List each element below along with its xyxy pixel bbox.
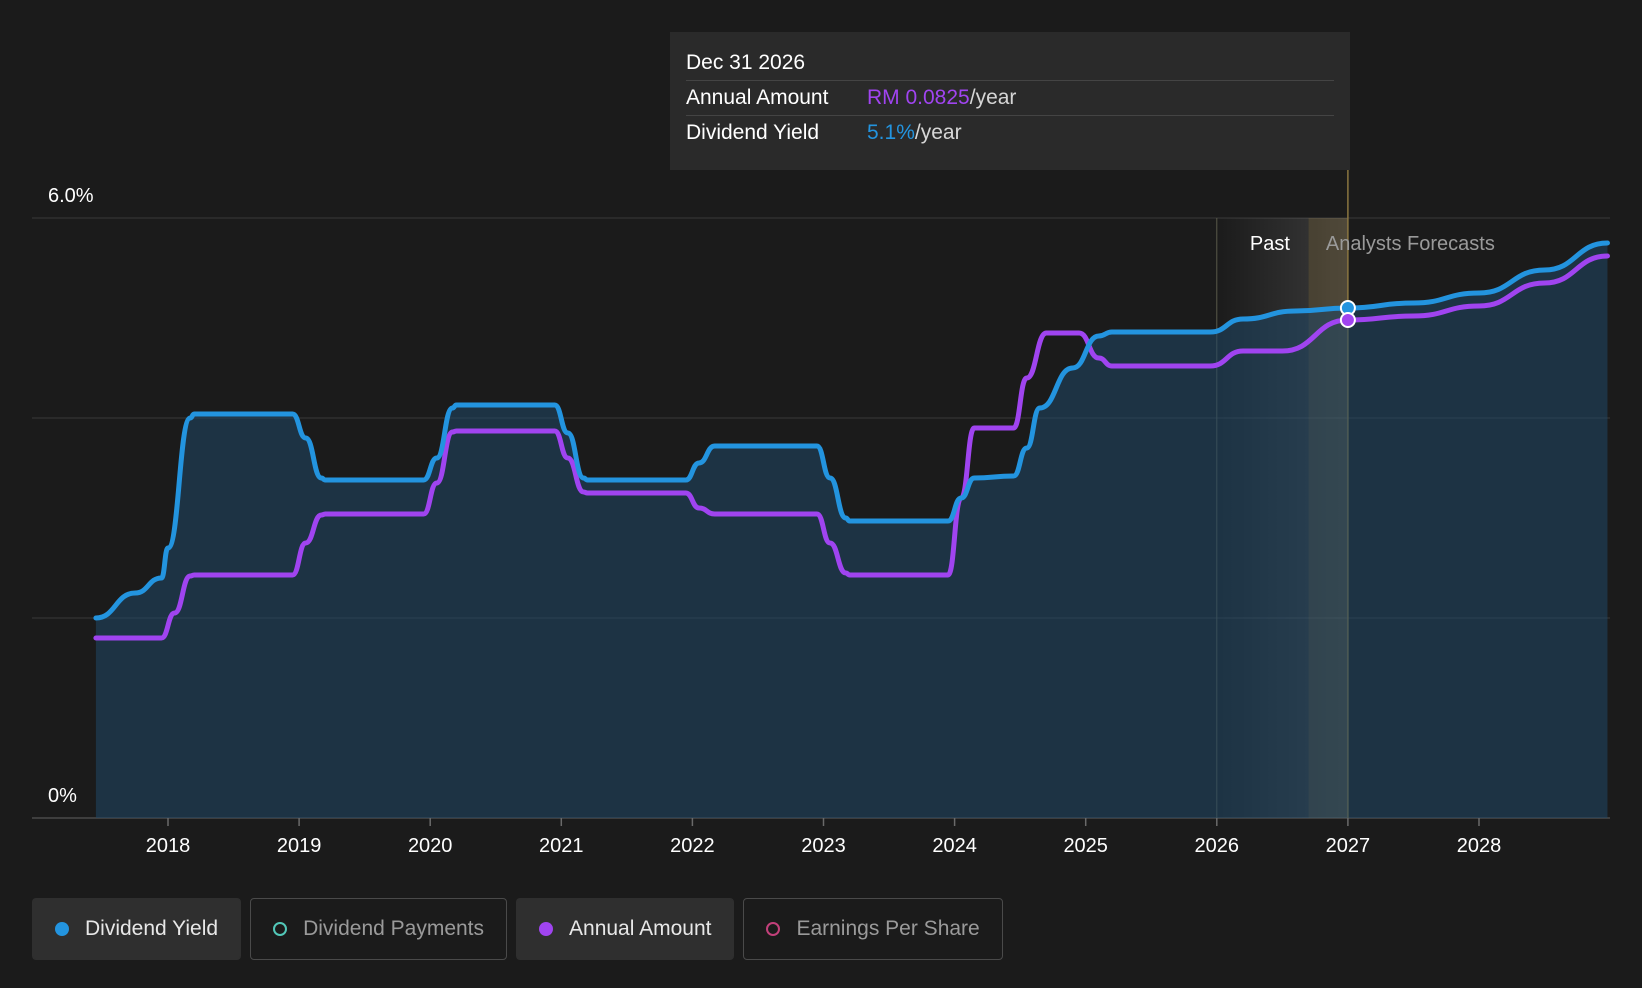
tooltip-yield-row: Dividend Yield 5.1% /year xyxy=(686,116,1334,150)
tooltip-date: Dec 31 2026 xyxy=(686,46,1334,81)
tooltip-annual-row: Annual Amount RM 0.0825 /year xyxy=(686,81,1334,116)
legend-dividend-payments-label: Dividend Payments xyxy=(303,917,485,940)
legend-dividend-payments[interactable]: Dividend Payments xyxy=(250,898,508,960)
tooltip-yield-value: 5.1% xyxy=(867,121,915,144)
legend-earnings-per-share-label: Earnings Per Share xyxy=(796,917,980,940)
chart-legend: Dividend Yield Dividend Payments Annual … xyxy=(32,898,1003,960)
past-label: Past xyxy=(1250,233,1290,255)
legend-dividend-yield-dot-icon xyxy=(55,922,69,936)
tooltip-annual-value: RM 0.0825 xyxy=(867,86,970,109)
x-tick-label: 2020 xyxy=(408,835,453,857)
legend-annual-amount-dot-icon xyxy=(539,922,554,936)
x-tick-label: 2026 xyxy=(1195,835,1240,857)
dividend-yield-area xyxy=(95,243,1608,818)
x-tick-label: 2027 xyxy=(1326,835,1371,857)
forecast-label: Analysts Forecasts xyxy=(1326,233,1495,255)
tooltip-annual-label: Annual Amount xyxy=(686,86,829,109)
y-tick-label: 0% xyxy=(48,785,77,807)
x-tick-label: 2022 xyxy=(670,835,715,857)
legend-dividend-yield-label: Dividend Yield xyxy=(85,917,219,940)
annual-amount-marker xyxy=(1339,312,1356,328)
legend-annual-amount[interactable]: Annual Amount xyxy=(516,898,735,960)
x-tick-label: 2028 xyxy=(1457,835,1502,857)
legend-annual-amount-label: Annual Amount xyxy=(569,917,712,940)
chart-tooltip: Dec 31 2026 Annual Amount RM 0.0825 /yea… xyxy=(670,32,1350,170)
tooltip-yield-suffix: /year xyxy=(914,121,962,144)
tooltip-annual-suffix: /year xyxy=(969,86,1017,109)
legend-earnings-per-share[interactable]: Earnings Per Share xyxy=(743,898,1003,960)
legend-dividend-payments-dot-icon xyxy=(273,922,288,936)
x-tick-label: 2018 xyxy=(146,835,191,857)
x-tick-label: 2024 xyxy=(932,835,977,857)
x-tick-label: 2025 xyxy=(1063,835,1108,857)
legend-dividend-yield[interactable]: Dividend Yield xyxy=(32,898,242,960)
tooltip-yield-label: Dividend Yield xyxy=(686,121,820,144)
x-tick-label: 2021 xyxy=(539,835,584,857)
legend-earnings-per-share-dot-icon xyxy=(766,922,781,936)
x-tick-label: 2019 xyxy=(277,835,322,857)
x-tick-label: 2023 xyxy=(801,835,846,857)
y-tick-label: 6.0% xyxy=(48,185,94,207)
